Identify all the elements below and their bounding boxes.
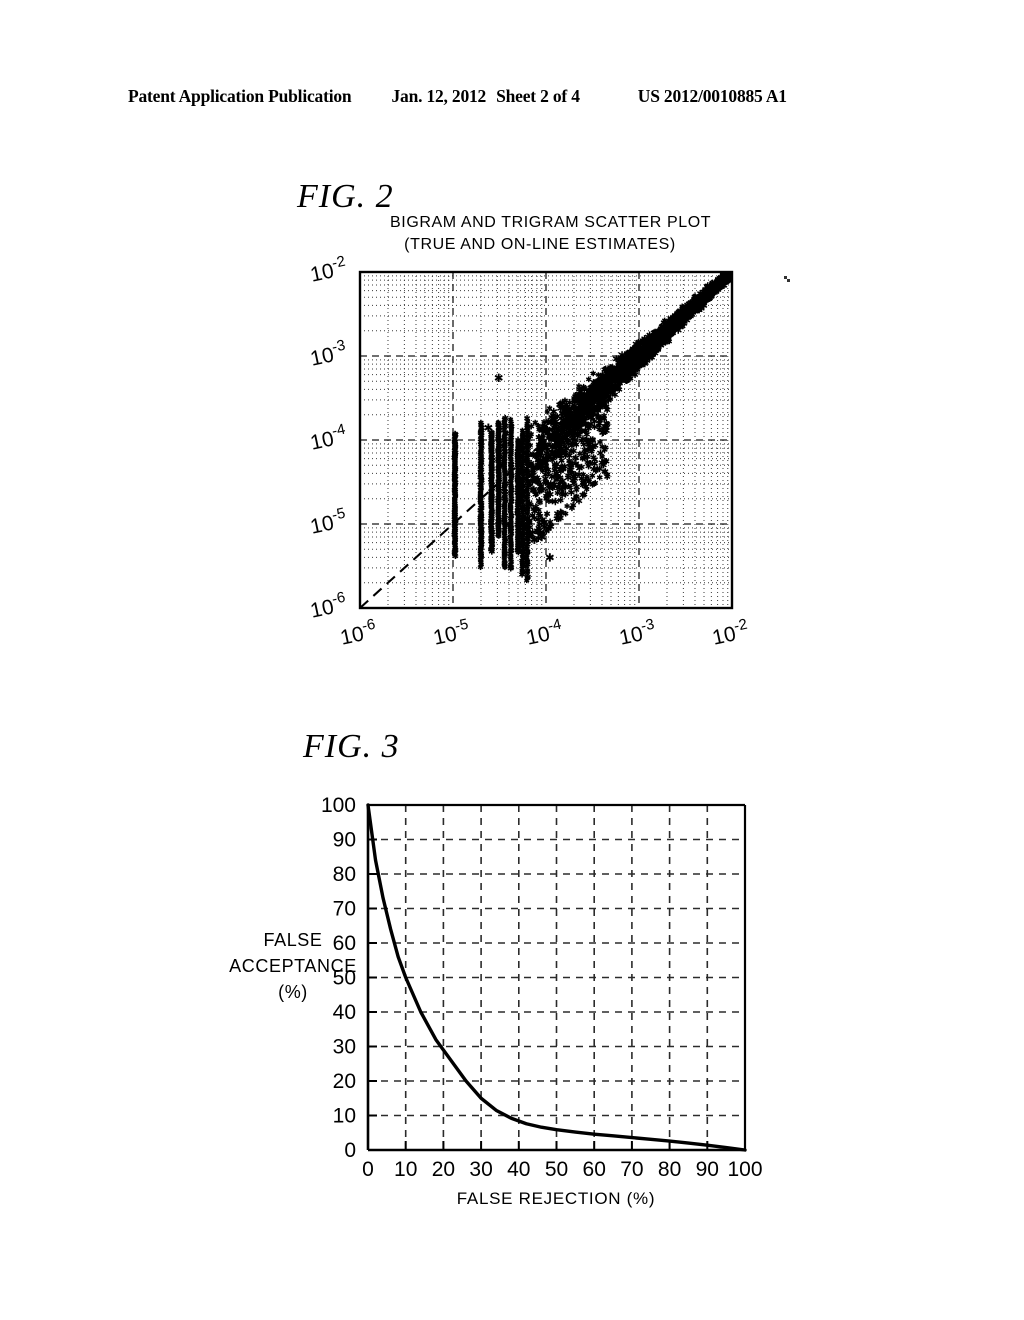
figure-3-y-tick-label: 20 xyxy=(333,1070,356,1093)
figure-3-x-tick-label: 40 xyxy=(507,1158,530,1181)
figure-2-label: FIG. 2 xyxy=(297,178,394,215)
figure-2-title-line-1: BIGRAM AND TRIGRAM SCATTER PLOT xyxy=(390,214,712,231)
figure-3-y-tick-label: 80 xyxy=(333,863,356,886)
figure-3-x-tick-label: 0 xyxy=(362,1158,374,1181)
figure-3-label: FIG. 3 xyxy=(303,728,400,765)
figure-3-x-tick-label: 100 xyxy=(727,1158,762,1181)
figure-3-x-tick-label: 10 xyxy=(394,1158,417,1181)
figure-3-x-tick-label: 90 xyxy=(696,1158,719,1181)
figure-3-x-tick-labels: 0 10 20 30 40 50 60 70 80 90 100 xyxy=(362,1158,762,1181)
figure-3-x-tick-label: 20 xyxy=(432,1158,455,1181)
figure-2-block: FIG. 2 BIGRAM AND TRIGRAM SCATTER PLOT (… xyxy=(0,0,1024,680)
figure-3-line-chart: 0102030405060708090100 0 10 20 30 40 50 60 70 80… xyxy=(229,794,762,1208)
figure-3-y-axis-label-line: ACCEPTANCE xyxy=(229,956,357,976)
figure-3-y-tick-label: 60 xyxy=(333,932,356,955)
figure-3-x-axis-label: FALSE REJECTION (%) xyxy=(457,1189,655,1208)
figure-3-y-tick-label: 0 xyxy=(344,1139,356,1162)
figure-2-scatter-plot: 10-610-510-410-310-210-6 10-5 10-4 10-3 10-2 xyxy=(307,255,790,650)
figure-3-y-tick-labels: 0102030405060708090100 xyxy=(321,794,356,1162)
figure-3-y-axis-label-line: (%) xyxy=(278,982,308,1002)
figure-2-title-line-2: (TRUE AND ON-LINE ESTIMATES) xyxy=(404,236,676,253)
figure-2-scan-artifact xyxy=(784,276,790,282)
figure-2-title: BIGRAM AND TRIGRAM SCATTER PLOT (TRUE AN… xyxy=(390,212,711,256)
figure-3-y-tick-label: 70 xyxy=(333,898,356,921)
figure-3-y-tick-label: 90 xyxy=(333,829,356,852)
figure-3-y-tick-label: 10 xyxy=(333,1105,356,1128)
figure-3-y-axis-label-line: FALSE xyxy=(263,930,322,950)
figure-3-y-tick-label: 30 xyxy=(333,1036,356,1059)
figure-3-x-tick-label: 70 xyxy=(620,1158,643,1181)
figure-3-x-tick-label: 50 xyxy=(545,1158,568,1181)
figure-2-data-points xyxy=(451,272,732,584)
figure-3-x-tick-label: 80 xyxy=(658,1158,681,1181)
figure-3-x-tick-label: 30 xyxy=(469,1158,492,1181)
figure-3-gridlines xyxy=(368,805,745,1150)
figure-3-y-tick-label: 40 xyxy=(333,1001,356,1024)
figure-3-x-tick-label: 60 xyxy=(583,1158,606,1181)
figure-3-y-tick-label: 100 xyxy=(321,794,356,817)
